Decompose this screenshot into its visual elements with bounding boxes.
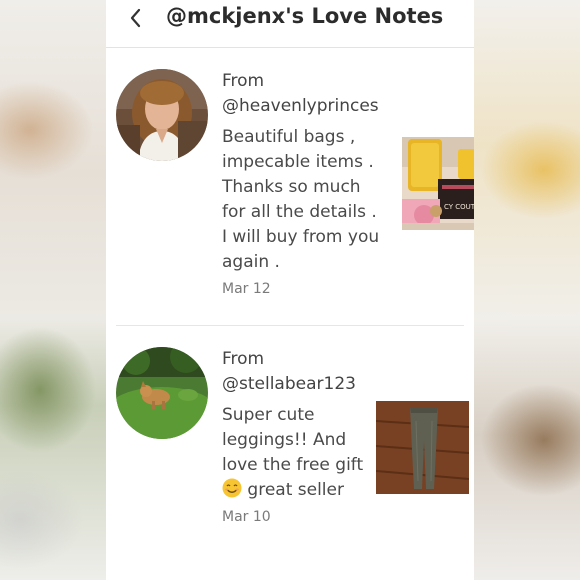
sender-handle-link[interactable]: @stellabear123 — [222, 372, 387, 397]
love-notes-panel: @mckjenx's Love Notes From @heavenlyprin… — [106, 0, 474, 580]
love-note-item: From @heavenlyprinces Beautiful bags , i… — [116, 48, 474, 326]
note-message-text: great seller — [247, 480, 344, 500]
blurred-background-right — [474, 0, 580, 580]
sender-handle-link[interactable]: @heavenlyprinces — [222, 94, 387, 119]
note-message-text: Super cute leggings!! And love the free … — [222, 405, 364, 475]
note-message: Super cute leggings!! And love the free … — [222, 403, 387, 503]
page-title: @mckjenx's Love Notes — [166, 4, 444, 28]
smiling-face-emoji-icon — [222, 478, 242, 498]
thumb-caption: CY COUT — [444, 203, 474, 211]
note-date: Mar 10 — [222, 509, 271, 525]
listing-thumbnail[interactable] — [376, 401, 469, 494]
back-chevron-icon[interactable] — [124, 6, 148, 30]
from-label: From — [222, 349, 265, 369]
love-note-item: From @stellabear123 Super cute leggings!… — [116, 326, 469, 580]
from-line: From @heavenlyprinces — [222, 69, 387, 119]
blurred-background-left — [0, 0, 106, 580]
note-message: Beautiful bags , impecable items . Thank… — [222, 127, 380, 272]
note-date: Mar 12 — [222, 281, 271, 297]
from-line: From @stellabear123 — [222, 347, 387, 397]
avatar[interactable] — [116, 69, 208, 161]
listing-thumbnail[interactable]: CY COUT — [402, 137, 474, 230]
note-text: From @stellabear123 Super cute leggings!… — [222, 347, 387, 525]
note-text: From @heavenlyprinces Beautiful bags , i… — [222, 69, 387, 297]
header-bar: @mckjenx's Love Notes — [106, 0, 474, 48]
avatar[interactable] — [116, 347, 208, 439]
from-label: From — [222, 71, 265, 91]
